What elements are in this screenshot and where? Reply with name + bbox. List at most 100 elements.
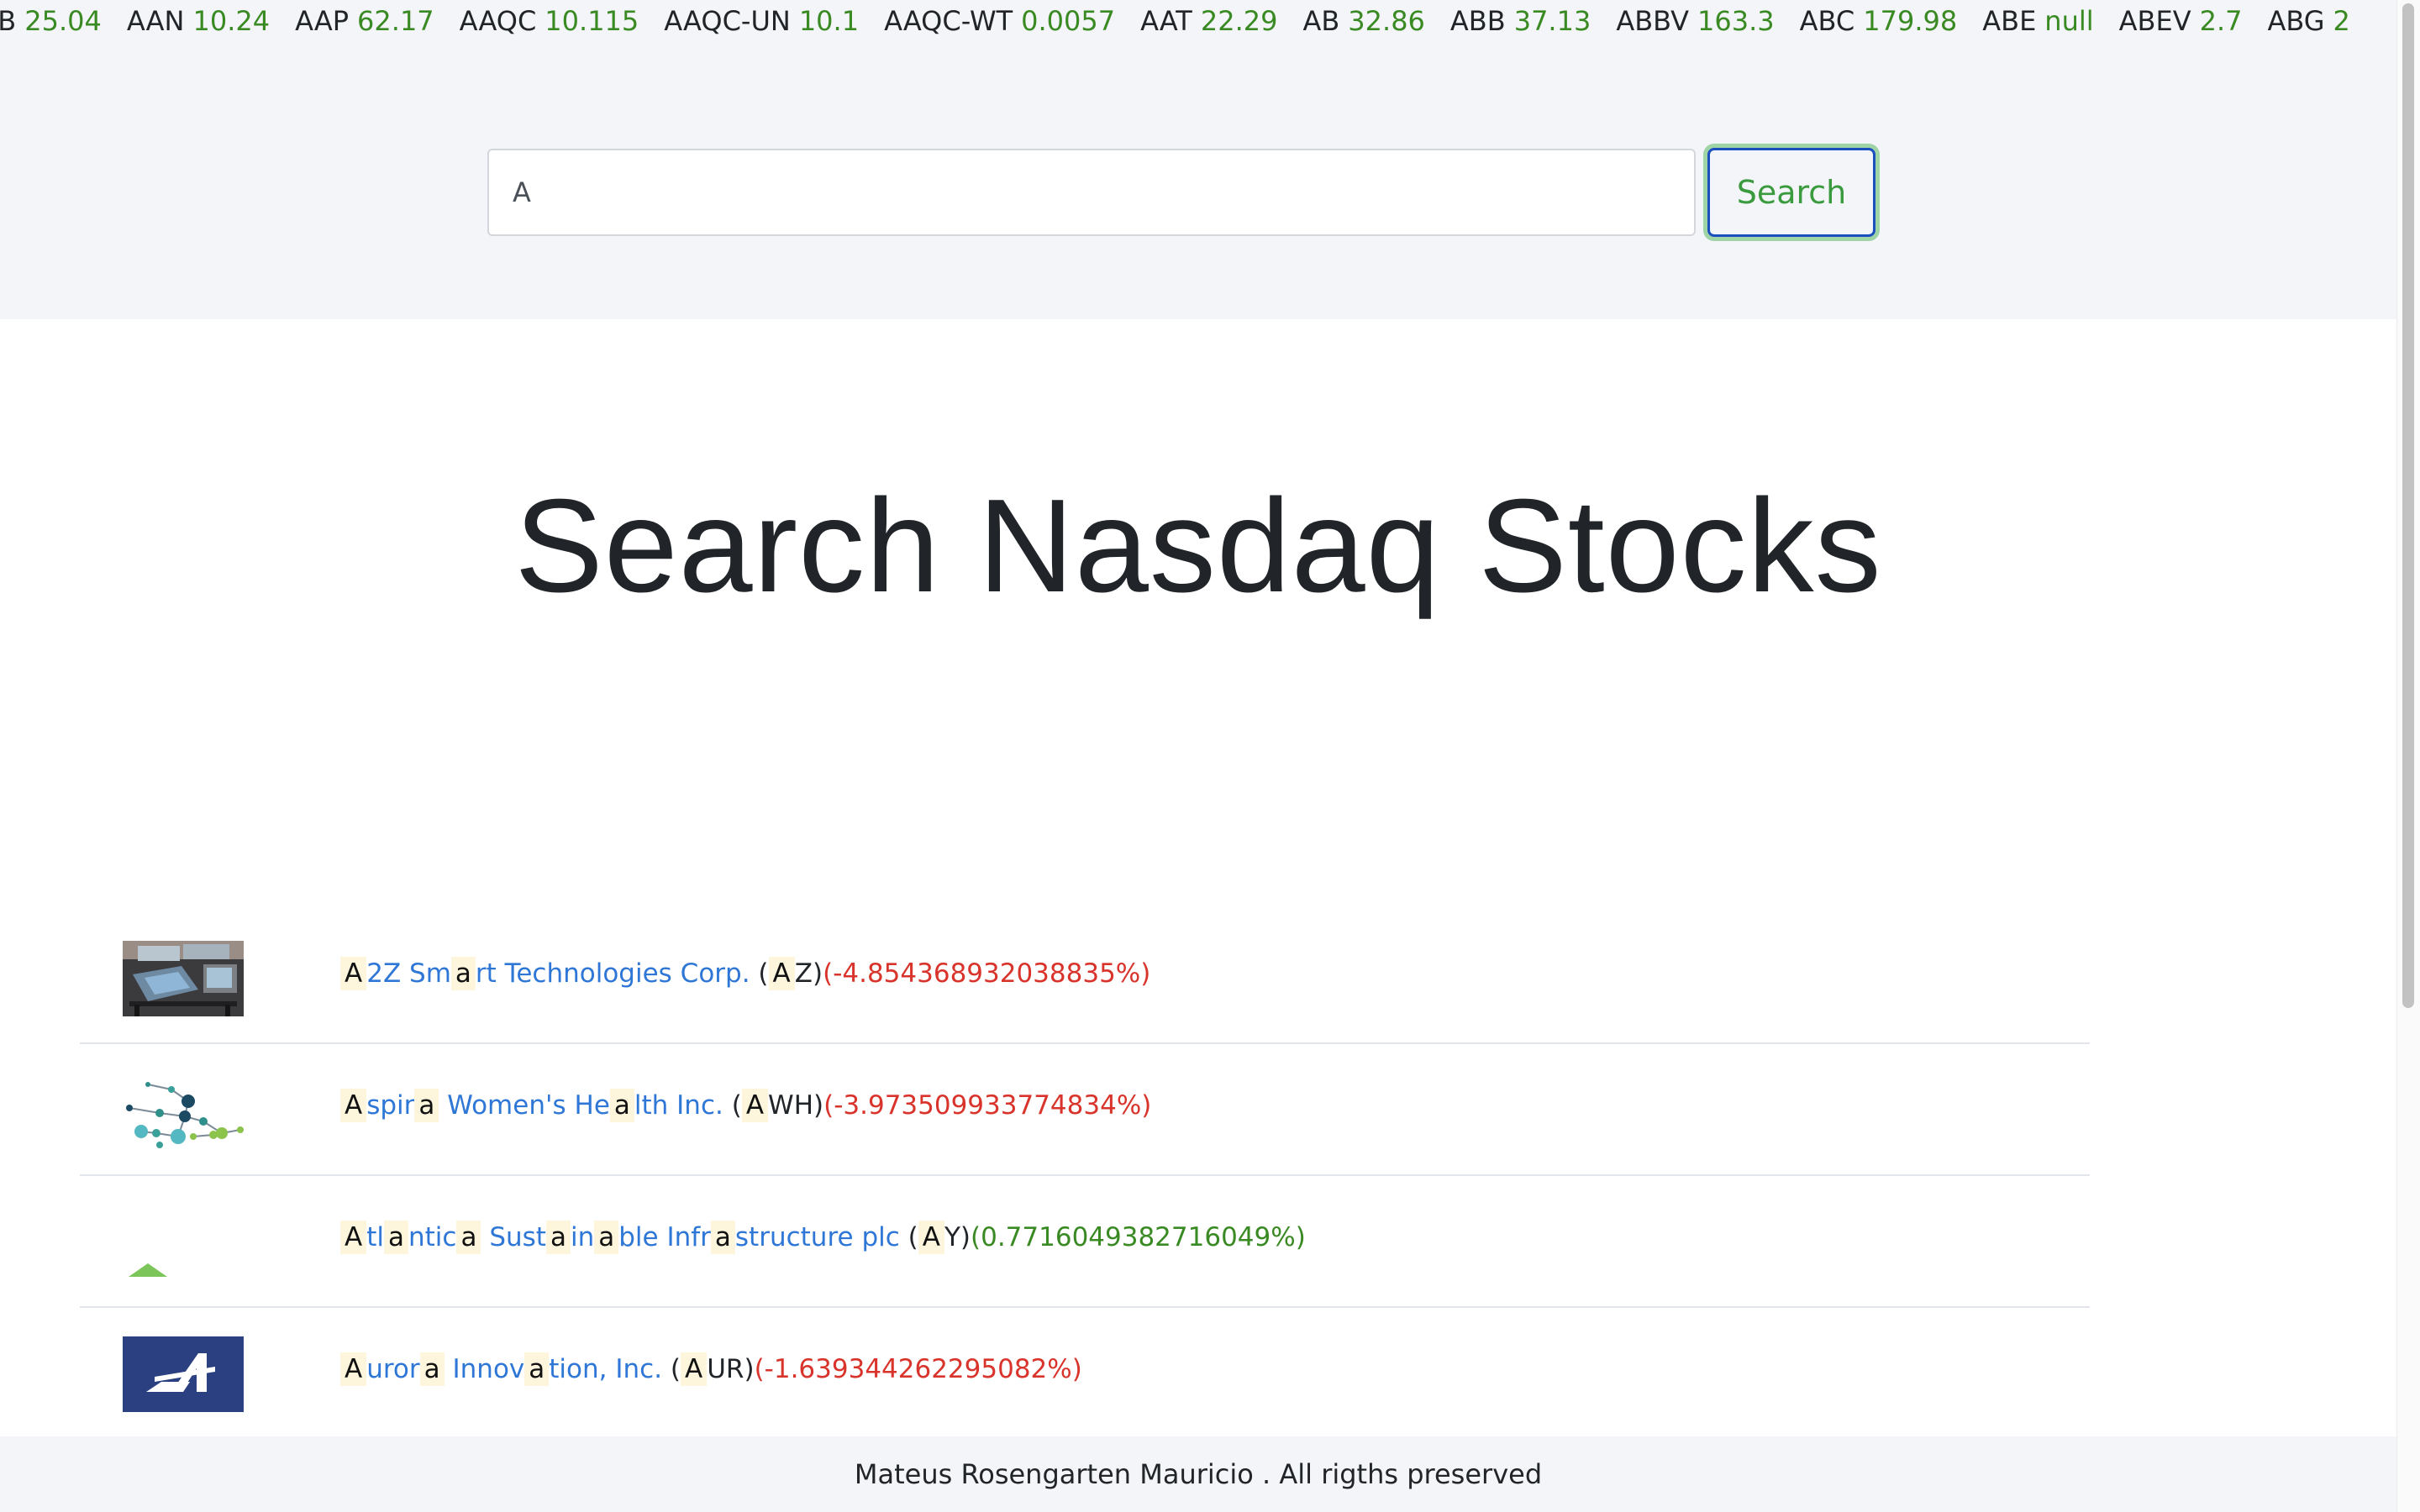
name-segment: lth Inc. [634, 1090, 723, 1121]
ticker-item: AAP 62.17 [295, 5, 434, 37]
scrollbar-thumb[interactable] [2402, 3, 2414, 1008]
ticker-track: PB25.04 AAN10.24 AAP62.17 AAQC10.115 AAQC-UN… [0, 0, 2375, 42]
page-title: Search Nasdaq Stocks [514, 472, 1882, 620]
match-highlight: A [768, 957, 795, 990]
ticker-symbol: AAQC-UN [664, 5, 791, 37]
ticker-segment: Z) [794, 958, 823, 989]
name-segment: 2Z Sm [366, 958, 451, 989]
match-highlight: a [414, 1089, 439, 1122]
ticker-symbol: PB [0, 5, 17, 37]
match-highlight: A [340, 1221, 367, 1254]
result-row[interactable]: Aspir a Women's He a lth Inc. (A WH)(-3.9735… [80, 1044, 2090, 1176]
name-segment: Sust [481, 1222, 546, 1252]
ticker-segment: UR) [707, 1354, 755, 1384]
ticker-item: ABB 37.13 [1450, 5, 1591, 37]
page-scrollbar[interactable] [2396, 0, 2420, 1512]
result-row[interactable]: Auror a Innov a tion, Inc. (A UR)(-1.6393442… [80, 1308, 2090, 1438]
ticker-item: AAN 10.24 [127, 5, 270, 37]
match-highlight: A [340, 1089, 367, 1122]
name-segment: ntic [408, 1222, 457, 1252]
name-segment: structure plc [734, 1222, 900, 1252]
ticker-symbol: ABC [1799, 5, 1855, 37]
result-row[interactable]: A 2Z Sm a rt Technologies Corp. (A Z)(-4.854… [80, 912, 2090, 1044]
ticker-symbol-label: (A Z) [758, 957, 823, 990]
ticker-segment: ( [908, 1222, 918, 1252]
search-button[interactable]: Search [1707, 148, 1876, 237]
ticker-item: PB25.04 [0, 5, 102, 37]
ticker-price: 10.115 [544, 5, 639, 37]
ticker-price: 2 [2333, 5, 2350, 37]
ticker-price: 32.86 [1348, 5, 1425, 37]
search-section: Search [0, 42, 2396, 319]
ticker-segment: WH) [768, 1090, 824, 1121]
ticker-symbol: AAQC-WT [884, 5, 1013, 37]
result-text: Auror a Innov a tion, Inc. (A UR)(-1.6393442… [340, 1352, 1082, 1386]
company-name-link[interactable]: A 2Z Sm a rt Technologies Corp. [340, 957, 750, 990]
ticker-symbol: ABEV [2118, 5, 2191, 37]
name-segment: tion, Inc. [549, 1354, 663, 1384]
ticker-symbol-label: (A UR) [671, 1352, 755, 1386]
ticker-segment: ( [758, 958, 769, 989]
ticker-segment: ( [670, 1354, 681, 1384]
ticker-item: ABEV 2.7 [2119, 5, 2243, 37]
ticker-item: AAQC-UN 10.1 [664, 5, 859, 37]
name-segment: uror [366, 1354, 420, 1384]
name-segment: rt Technologies Corp. [475, 958, 750, 989]
stock-ticker-bar: PB25.04 AAN10.24 AAP62.17 AAQC10.115 AAQC-UN… [0, 0, 2396, 42]
ticker-symbol: ABB [1449, 5, 1506, 37]
ticker-item: AAT 22.29 [1140, 5, 1277, 37]
match-highlight: a [594, 1221, 619, 1254]
green-triangle-logo-icon [123, 1205, 244, 1280]
company-name-link[interactable]: Aspir a Women's He a lth Inc. [340, 1089, 723, 1122]
ticker-symbol: AAT [1140, 5, 1192, 37]
match-highlight: a [450, 957, 476, 990]
ticker-symbol-label: (A Y) [908, 1221, 971, 1254]
ticker-item: ABG 2 [2267, 5, 2349, 37]
ticker-price: 10.1 [798, 5, 860, 37]
aurora-a-logo-icon [123, 1336, 244, 1412]
match-highlight: a [545, 1221, 571, 1254]
match-highlight: a [710, 1221, 735, 1254]
price-change: (-3.973509933774834%) [823, 1090, 1152, 1121]
name-segment: Innov [444, 1354, 525, 1384]
search-input[interactable] [487, 149, 1696, 236]
match-highlight: A [918, 1221, 944, 1254]
match-highlight: a [524, 1352, 550, 1386]
ticker-symbol-label: (A WH) [732, 1089, 823, 1122]
result-text: A 2Z Sm a rt Technologies Corp. (A Z)(-4.854… [340, 957, 1151, 990]
result-row[interactable]: Atl a ntic a Sust a in a ble Infr a structure plc… [80, 1176, 2090, 1308]
result-text: Aspir a Women's He a lth Inc. (A WH)(-3.9735… [340, 1089, 1152, 1122]
ticker-symbol: AAQC [459, 5, 537, 37]
name-segment: spir [366, 1090, 415, 1121]
ticker-item: AAQC-WT 0.0057 [884, 5, 1115, 37]
match-highlight: A [741, 1089, 769, 1122]
ticker-symbol: ABBV [1616, 5, 1690, 37]
name-segment: ble Infr [618, 1222, 711, 1252]
company-name-link[interactable]: Atl a ntic a Sust a in a ble Infr a structure plc [340, 1221, 900, 1254]
ticker-price: 22.29 [1200, 5, 1278, 37]
match-highlight: a [456, 1221, 481, 1254]
results-list: A 2Z Sm a rt Technologies Corp. (A Z)(-4.854… [80, 912, 2090, 1438]
result-text: Atl a ntic a Sust a in a ble Infr a structure plc… [340, 1221, 1306, 1254]
name-segment: tl [366, 1222, 384, 1252]
ticker-price: 163.3 [1697, 5, 1775, 37]
ticker-price: 62.17 [357, 5, 434, 37]
ticker-price: 0.0057 [1021, 5, 1116, 37]
ticker-price: 25.04 [24, 5, 102, 37]
ticker-segment: Y) [944, 1222, 971, 1252]
price-change: (-4.854368932038835%) [823, 958, 1151, 989]
company-name-link[interactable]: Auror a Innov a tion, Inc. [340, 1352, 662, 1386]
ticker-segment: ( [731, 1090, 742, 1121]
ticker-price: 179.98 [1863, 5, 1958, 37]
ticker-item: ABBV 163.3 [1616, 5, 1774, 37]
match-highlight: A [340, 1352, 367, 1386]
match-highlight: a [609, 1089, 634, 1122]
match-highlight: A [340, 957, 367, 990]
ticker-item: AB 32.86 [1302, 5, 1424, 37]
match-highlight: a [419, 1352, 445, 1386]
ticker-item: ABC 179.98 [1800, 5, 1958, 37]
footer: Mateus Rosengarten Mauricio . All rigths… [0, 1436, 2396, 1512]
ticker-item: ABE null [1982, 5, 2093, 37]
ticker-item: AAQC 10.115 [460, 5, 639, 37]
name-segment: Women's He [439, 1090, 610, 1121]
